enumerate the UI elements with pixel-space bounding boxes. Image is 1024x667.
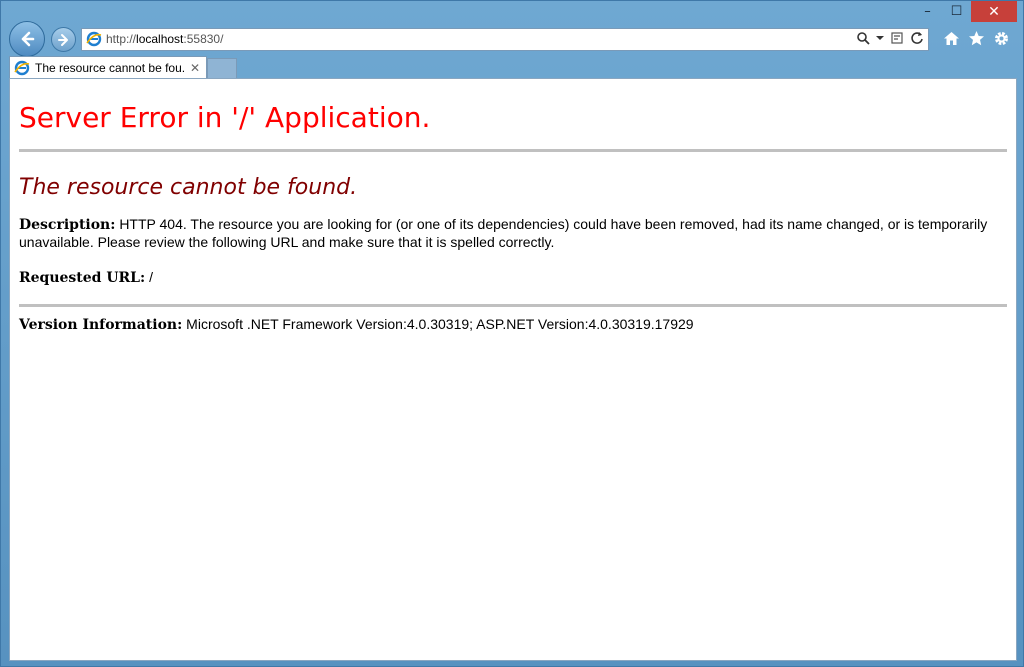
tab-title: The resource cannot be fou... bbox=[35, 60, 185, 75]
requested-url-label: Requested URL: bbox=[19, 270, 146, 286]
requested-url: Requested URL: / bbox=[19, 269, 1007, 287]
tab-strip: The resource cannot be fou... ✕ bbox=[9, 56, 237, 78]
forward-button[interactable] bbox=[51, 27, 76, 52]
star-icon[interactable] bbox=[968, 30, 985, 47]
browser-tools bbox=[943, 30, 1010, 47]
page-content: Server Error in '/' Application. The res… bbox=[9, 78, 1017, 661]
search-icon[interactable] bbox=[856, 31, 870, 45]
arrow-left-icon bbox=[21, 31, 35, 47]
close-button[interactable]: ✕ bbox=[971, 1, 1017, 22]
arrow-right-icon bbox=[57, 33, 68, 46]
address-bar[interactable]: http://localhost:55830/ bbox=[81, 28, 929, 51]
address-url[interactable]: http://localhost:55830/ bbox=[106, 32, 223, 46]
close-tab-icon[interactable]: ✕ bbox=[190, 61, 200, 75]
home-icon[interactable] bbox=[943, 30, 960, 47]
browser-window: – ☐ ✕ http://localhost:55830/ The resour… bbox=[0, 0, 1024, 667]
ie-logo-icon bbox=[14, 60, 30, 75]
divider bbox=[19, 149, 1007, 152]
new-tab-button[interactable] bbox=[207, 58, 237, 78]
version-information: Version Information: Microsoft .NET Fram… bbox=[19, 316, 1007, 334]
maximize-button[interactable]: ☐ bbox=[942, 1, 971, 22]
error-description: Description: HTTP 404. The resource you … bbox=[19, 216, 1007, 251]
gear-icon[interactable] bbox=[993, 30, 1010, 47]
ie-logo-icon bbox=[86, 31, 102, 47]
caption-buttons: – ☐ ✕ bbox=[913, 1, 1017, 23]
version-label: Version Information: bbox=[19, 317, 183, 333]
back-button[interactable] bbox=[9, 21, 45, 57]
description-label: Description: bbox=[19, 217, 116, 233]
navigation-bar: http://localhost:55830/ bbox=[9, 21, 1019, 59]
dropdown-icon[interactable] bbox=[876, 35, 884, 41]
requested-url-value: / bbox=[149, 269, 153, 285]
minimize-button[interactable]: – bbox=[913, 1, 942, 22]
error-subtitle: The resource cannot be found. bbox=[19, 175, 358, 200]
description-text: HTTP 404. The resource you are looking f… bbox=[19, 216, 988, 250]
version-text: Microsoft .NET Framework Version:4.0.303… bbox=[186, 316, 694, 332]
tab-active[interactable]: The resource cannot be fou... ✕ bbox=[9, 56, 207, 78]
compatibility-view-icon[interactable] bbox=[890, 31, 904, 45]
divider bbox=[19, 304, 1007, 307]
address-tools bbox=[856, 31, 924, 45]
page-title: Server Error in '/' Application. bbox=[19, 101, 431, 134]
refresh-icon[interactable] bbox=[910, 31, 924, 45]
